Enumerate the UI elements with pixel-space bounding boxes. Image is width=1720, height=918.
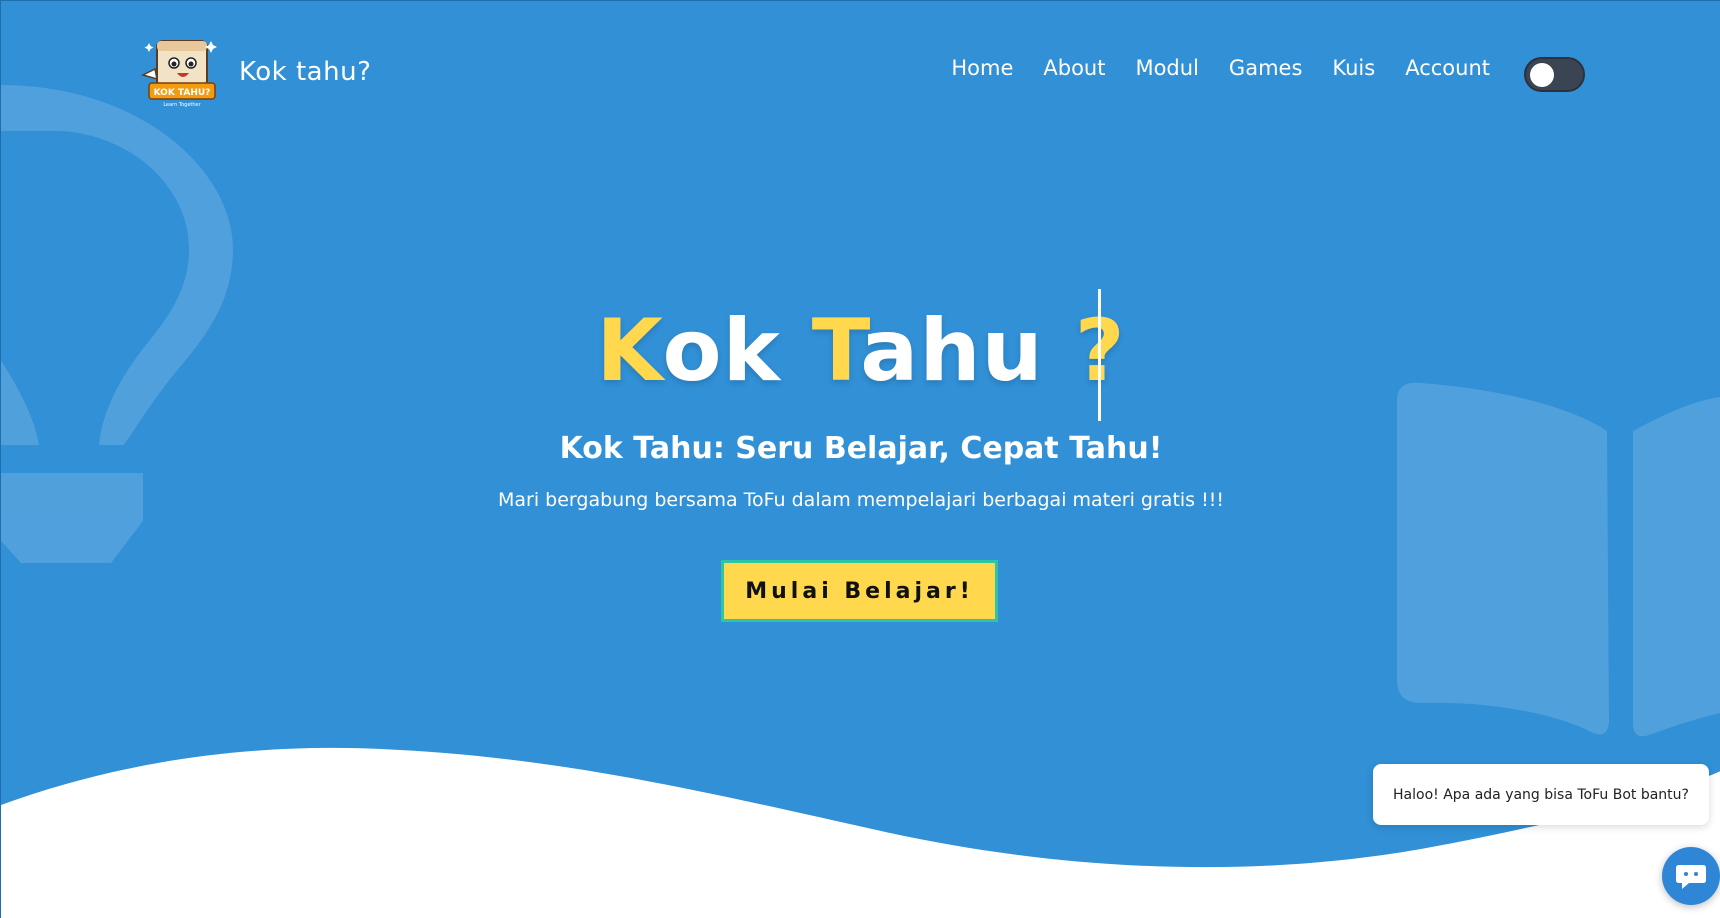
hero-description: Mari bergabung bersama ToFu dalam mempel… — [498, 489, 1224, 511]
nav-games[interactable]: Games — [1229, 56, 1302, 80]
start-learning-button[interactable]: Mulai Belajar! — [721, 560, 998, 622]
nav-modul[interactable]: Modul — [1135, 56, 1198, 80]
tofu-mascot-logo: KOK TAHU? Learn Together — [140, 40, 217, 108]
chat-greeting-bubble[interactable]: Haloo! Apa ada yang bisa ToFu Bot bantu? — [1373, 764, 1709, 825]
nav-kuis[interactable]: Kuis — [1332, 56, 1375, 80]
theme-toggle[interactable] — [1524, 57, 1585, 92]
landing-page: KOK TAHU? Learn Together Kok tahu? Home … — [0, 0, 1720, 918]
chat-bot-icon — [1676, 865, 1706, 889]
nav-account[interactable]: Account — [1405, 56, 1490, 80]
hero-section: KOK TAHU? Learn Together Kok tahu? Home … — [0, 0, 1720, 918]
hero-subtitle: Kok Tahu: Seru Belajar, Cepat Tahu! — [559, 431, 1163, 466]
hero-title-t: T — [811, 301, 861, 401]
main-nav: Home About Modul Games Kuis Account — [951, 56, 1490, 80]
hero-title: Kok Tahu ? — [1, 301, 1720, 401]
hero-title-k: K — [596, 301, 663, 401]
brand-name: Kok tahu? — [239, 57, 372, 87]
nav-about[interactable]: About — [1043, 56, 1105, 80]
typing-caret — [1098, 289, 1101, 421]
brand-logo[interactable]: KOK TAHU? Learn Together Kok tahu? — [139, 35, 371, 109]
hero-title-ok: ok — [662, 301, 812, 401]
hero-title-ahu: ahu — [860, 301, 1075, 401]
logo-tagline: Learn Together — [163, 102, 201, 108]
chat-bot-button[interactable] — [1662, 847, 1720, 905]
logo-badge-text: KOK TAHU? — [154, 88, 211, 98]
nav-home[interactable]: Home — [951, 56, 1013, 80]
toggle-knob — [1530, 63, 1554, 87]
